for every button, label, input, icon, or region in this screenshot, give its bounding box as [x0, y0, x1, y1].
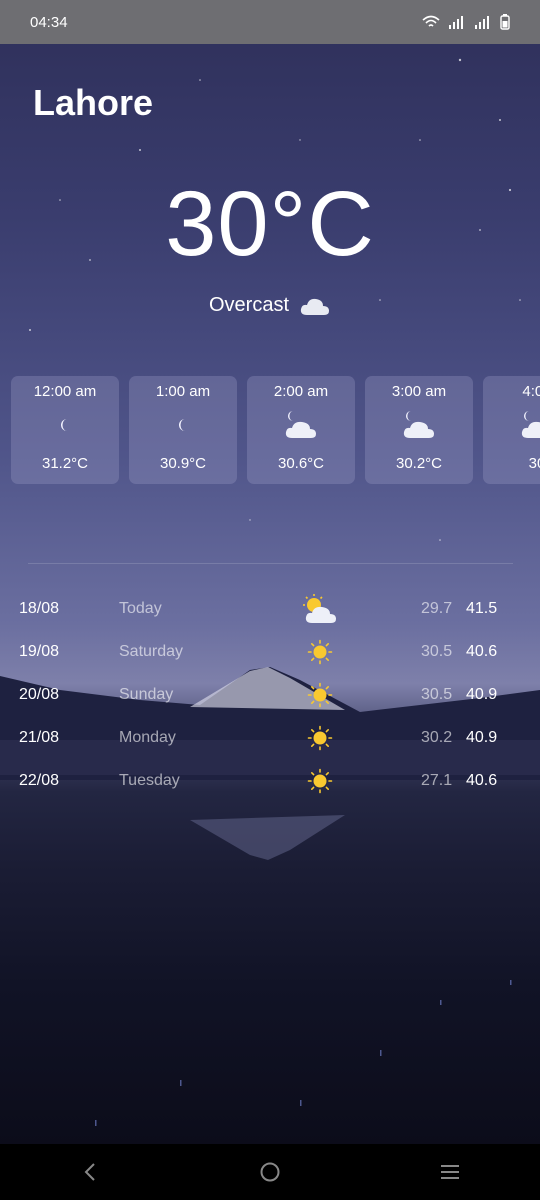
- daily-day: Sunday: [119, 686, 174, 703]
- partly-cloudy-night-icon: [519, 403, 540, 447]
- hourly-temp: 31.2°C: [41, 455, 89, 472]
- daily-date: 18/08: [19, 600, 60, 617]
- hourly-card[interactable]: 3:00 am 30.2°C: [365, 376, 473, 484]
- daily-date: 20/08: [19, 686, 60, 703]
- hourly-card[interactable]: 4:00 30: [483, 376, 540, 484]
- daily-row: 18/08 Today 29.7 41.5: [0, 588, 540, 631]
- daily-max-temp: 40.9: [466, 686, 498, 703]
- hourly-time: 4:00: [522, 383, 540, 400]
- hourly-temp: 30: [528, 455, 540, 472]
- hourly-card[interactable]: 2:00 am 30.6°C: [247, 376, 355, 484]
- daily-row: 20/08 Sunday 30.5 40.9: [0, 674, 540, 717]
- moon-icon: [57, 403, 73, 447]
- daily-min-temp: 30.5: [421, 643, 453, 660]
- divider: [28, 563, 513, 564]
- daily-max-temp: 40.6: [466, 772, 498, 789]
- daily-date: 21/08: [19, 729, 60, 746]
- status-icons: [422, 14, 510, 30]
- daily-date: 19/08: [19, 643, 60, 660]
- hourly-card[interactable]: 12:00 am 31.2°C: [11, 376, 119, 484]
- status-time: 04:34: [30, 13, 68, 31]
- sun-icon: [300, 679, 340, 711]
- signal-icon: [475, 16, 489, 29]
- hourly-temp: 30.9°C: [159, 455, 207, 472]
- daily-min-temp: 30.5: [421, 686, 453, 703]
- partly-cloudy-day-icon: [300, 593, 340, 625]
- daily-day: Saturday: [119, 643, 184, 660]
- battery-icon: [500, 14, 510, 30]
- current-condition: Overcast: [0, 294, 540, 317]
- signal-icon: [449, 16, 463, 29]
- hourly-time: 12:00 am: [33, 383, 97, 400]
- hourly-time: 3:00 am: [391, 383, 447, 400]
- hourly-card[interactable]: 1:00 am 30.9°C: [129, 376, 237, 484]
- daily-min-temp: 29.7: [421, 600, 453, 617]
- status-bar: 04:34: [0, 0, 540, 44]
- daily-row: 22/08 Tuesday 27.1 40.6: [0, 760, 540, 803]
- hourly-time: 1:00 am: [155, 383, 211, 400]
- sun-icon: [300, 765, 340, 797]
- condition-label: Overcast: [208, 294, 290, 316]
- hourly-temp: 30.6°C: [277, 455, 325, 472]
- daily-forecast: 18/08 Today 29.7 41.5 19/08 Saturday 30.5 40.6 2…: [0, 588, 540, 803]
- hourly-time: 2:00 am: [273, 383, 329, 400]
- home-icon: [260, 1162, 280, 1182]
- daily-date: 22/08: [19, 772, 60, 789]
- hourly-forecast[interactable]: 12:00 am 31.2°C 1:00 am 30.9°C 2:00 am 30.6°C…: [11, 376, 540, 484]
- sun-icon: [300, 636, 340, 668]
- back-button[interactable]: [60, 1144, 120, 1200]
- partly-cloudy-night-icon: [283, 403, 319, 447]
- daily-min-temp: 27.1: [421, 772, 453, 789]
- daily-min-temp: 30.2: [421, 729, 453, 746]
- partly-cloudy-night-icon: [401, 403, 437, 447]
- home-button[interactable]: [240, 1144, 300, 1200]
- daily-row: 21/08 Monday 30.2 40.9: [0, 717, 540, 760]
- menu-icon: [441, 1165, 459, 1179]
- sun-icon: [300, 722, 340, 754]
- wifi-icon: [422, 15, 440, 27]
- daily-max-temp: 40.6: [466, 643, 498, 660]
- current-temperature: 30°C: [165, 173, 375, 275]
- daily-day: Tuesday: [119, 772, 180, 789]
- daily-day: Today: [119, 600, 162, 617]
- navigation-bar: [0, 1144, 540, 1200]
- moon-icon: [175, 403, 191, 447]
- daily-row: 19/08 Saturday 30.5 40.6: [0, 631, 540, 674]
- back-icon: [84, 1163, 95, 1181]
- hourly-temp: 30.2°C: [395, 455, 443, 472]
- daily-day: Monday: [119, 729, 176, 746]
- daily-max-temp: 41.5: [466, 600, 498, 617]
- city-name: Lahore: [33, 82, 154, 123]
- cloud-icon: [300, 298, 330, 315]
- recents-button[interactable]: [420, 1144, 480, 1200]
- daily-max-temp: 40.9: [466, 729, 498, 746]
